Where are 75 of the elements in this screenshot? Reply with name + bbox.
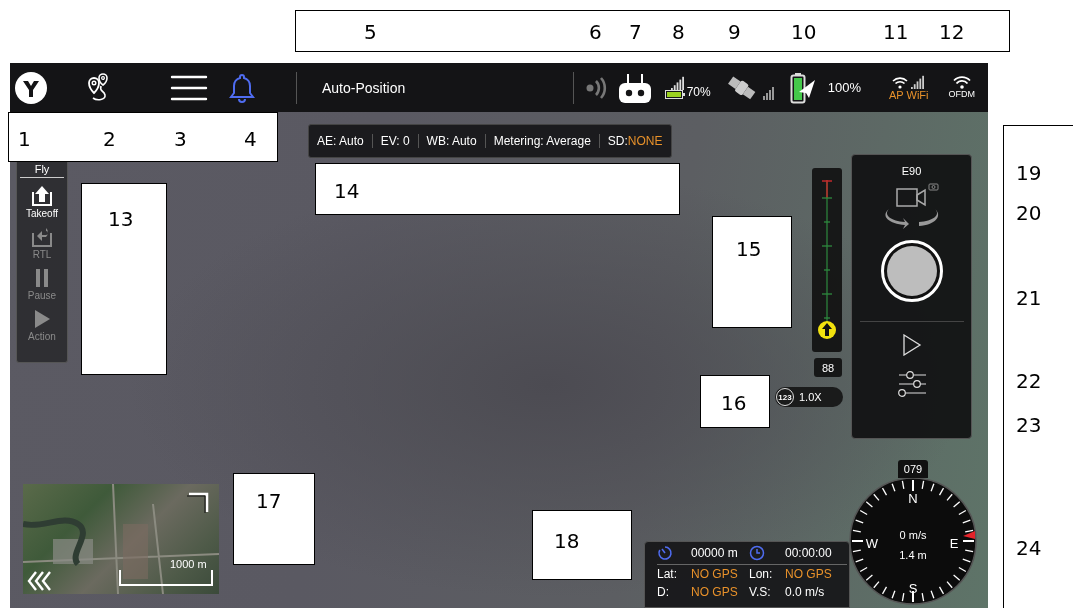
callout-number: 15 xyxy=(736,237,762,261)
ap-wifi-label: AP WiFi xyxy=(888,88,929,101)
camera-setting[interactable]: Metering: Average xyxy=(484,134,599,148)
callout-number: 21 xyxy=(1016,286,1042,310)
callout-number: 18 xyxy=(554,529,580,553)
camera-model-label: E90 xyxy=(901,165,922,177)
callout-number: 4 xyxy=(244,127,257,151)
callout-number: 5 xyxy=(364,20,377,44)
callout-number: 9 xyxy=(728,20,741,44)
camera-setting[interactable]: SD:NONE xyxy=(598,134,671,148)
west-label: W xyxy=(865,536,879,551)
callout-number: 11 xyxy=(883,20,909,44)
clock-icon xyxy=(749,544,765,561)
heading-marker-icon xyxy=(963,531,975,539)
wifi-icon xyxy=(892,76,909,89)
zoom-control[interactable]: 123 1.0X xyxy=(775,387,843,407)
callout-number: 17 xyxy=(256,489,282,513)
flight-mode-label: Auto-Position xyxy=(322,79,406,96)
collapse-chevrons-icon[interactable] xyxy=(27,570,51,592)
callout-number: 19 xyxy=(1016,161,1042,185)
distance-timer-icon xyxy=(657,544,673,561)
aircraft-battery-icon xyxy=(789,71,816,104)
callout-number: 20 xyxy=(1016,201,1042,225)
callout-number: 6 xyxy=(589,20,602,44)
telemetry-value: NO GPS xyxy=(691,566,739,581)
callout-number: 23 xyxy=(1016,413,1042,437)
callout-number: 22 xyxy=(1016,369,1042,393)
callout-number: 7 xyxy=(629,20,642,44)
east-label: E xyxy=(949,536,959,551)
bell-icon[interactable] xyxy=(228,71,256,104)
takeoff-button[interactable]: Takeoff xyxy=(25,184,59,219)
camera-setting[interactable]: WB: Auto xyxy=(417,134,485,148)
logo-icon[interactable] xyxy=(15,71,47,104)
callout-number: 2 xyxy=(103,127,116,151)
callout-number: 12 xyxy=(939,20,965,44)
panel-title: Fly xyxy=(20,163,64,178)
signal-bars-icon xyxy=(670,76,685,90)
camera-setting[interactable]: EV: 0 xyxy=(371,134,418,148)
callout-number: 3 xyxy=(174,127,187,151)
callout-number: 8 xyxy=(672,20,685,44)
telemetry-label: Lon: xyxy=(749,566,774,581)
takeoff-icon xyxy=(30,184,54,208)
aircraft-battery-percent: 100% xyxy=(827,80,861,95)
link-type-label: OFDM xyxy=(948,89,975,99)
battery-icon xyxy=(664,90,685,99)
callout-number: 24 xyxy=(1016,536,1042,560)
callout-number: 13 xyxy=(108,207,134,231)
settings-sliders-icon[interactable] xyxy=(897,370,926,398)
zoom-level: 1.0X xyxy=(799,391,822,403)
telemetry-label: V.S: xyxy=(749,585,772,599)
heading-readout: 079 xyxy=(898,460,928,478)
telemetry-value: NO GPS xyxy=(691,585,739,599)
speed-readout: 0 m/s xyxy=(899,529,927,541)
distance-value: 00000 m xyxy=(691,545,738,560)
satellite-map-picture[interactable] xyxy=(23,484,219,594)
telemetry-value: 0.0 m/s xyxy=(785,585,826,599)
signal-bars-icon xyxy=(911,74,926,89)
callout-number: 14 xyxy=(334,179,360,203)
camera-setting[interactable]: AE: Auto xyxy=(309,134,372,148)
flight-time-value: 00:00:00 xyxy=(785,545,832,560)
corner-expand-icon[interactable] xyxy=(187,492,209,513)
callout-number: 1 xyxy=(18,127,31,151)
telemetry-label: D: xyxy=(657,585,670,599)
telemetry-value: NO GPS xyxy=(785,566,833,581)
north-label: N xyxy=(908,491,918,506)
wifi-icon xyxy=(952,76,971,89)
remote-controller-icon xyxy=(617,71,652,104)
altitude-readout: 1.4 m xyxy=(899,549,927,561)
telemetry-label: Lat: xyxy=(657,566,678,581)
play-icon[interactable] xyxy=(901,334,922,356)
callout-number: 10 xyxy=(791,20,817,44)
altitude-reading: 88 xyxy=(814,358,842,377)
map-scale-label: 1000 m xyxy=(170,558,207,570)
controller-battery-percent: 70% xyxy=(686,85,711,99)
callout-number: 16 xyxy=(721,391,747,415)
